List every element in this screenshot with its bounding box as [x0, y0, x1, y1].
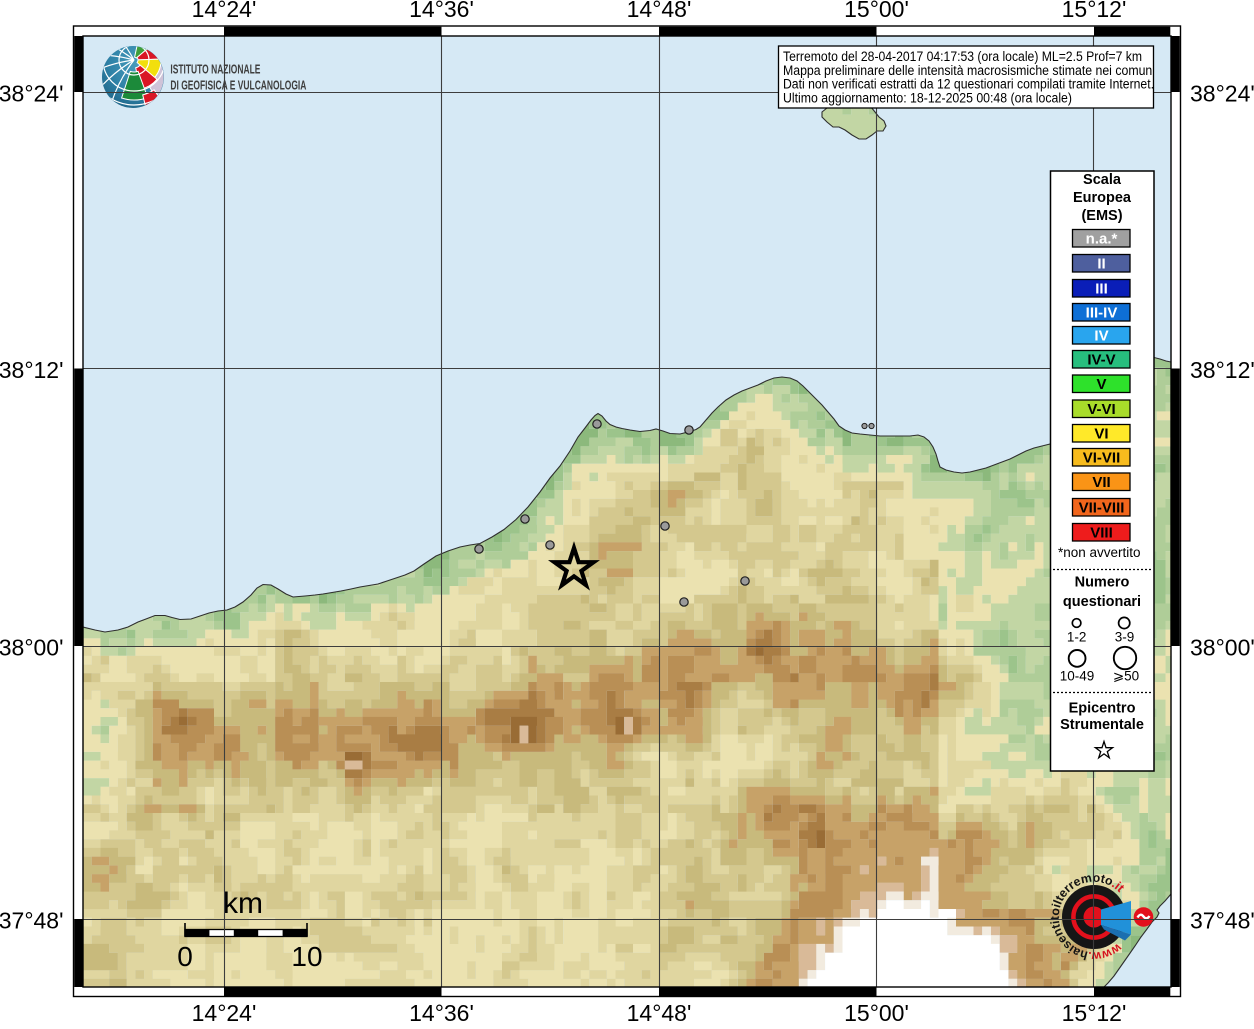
svg-text:14°24': 14°24'	[192, 0, 257, 22]
svg-text:38°00': 38°00'	[1190, 634, 1254, 660]
svg-text:V-VI: V-VI	[1087, 401, 1115, 418]
svg-text:Ultimo aggiornamento: 18-12-20: Ultimo aggiornamento: 18-12-2025 00:48 (…	[783, 90, 1072, 105]
svg-text:10-49: 10-49	[1060, 669, 1095, 684]
svg-text:IV: IV	[1094, 327, 1108, 344]
svg-text:14°48': 14°48'	[627, 0, 692, 22]
svg-text:n.a.*: n.a.*	[1086, 230, 1118, 247]
svg-text:(EMS): (EMS)	[1081, 208, 1122, 224]
svg-text:V: V	[1096, 376, 1106, 393]
svg-text:38°24': 38°24'	[1190, 80, 1254, 106]
svg-text:questionari: questionari	[1063, 594, 1141, 610]
svg-text:DI GEOFISICA E VULCANOLOGIA: DI GEOFISICA E VULCANOLOGIA	[170, 78, 306, 93]
svg-text:15°12': 15°12'	[1062, 0, 1127, 22]
svg-text:VI-VII: VI-VII	[1083, 449, 1121, 466]
svg-text:38°24': 38°24'	[0, 80, 64, 106]
svg-text:Mappa preliminare delle intens: Mappa preliminare delle intensità macros…	[783, 63, 1155, 78]
svg-text:IV-V: IV-V	[1087, 351, 1115, 368]
svg-text:38°00': 38°00'	[0, 634, 64, 660]
svg-text:VII: VII	[1092, 474, 1110, 491]
svg-text:VII-VIII: VII-VIII	[1079, 499, 1125, 516]
svg-text:Europea: Europea	[1073, 190, 1132, 206]
svg-text:VI: VI	[1094, 425, 1108, 442]
svg-text:Strumentale: Strumentale	[1060, 717, 1144, 733]
svg-text:10: 10	[291, 941, 322, 972]
svg-text:II: II	[1097, 255, 1105, 272]
svg-text:3-9: 3-9	[1115, 630, 1135, 645]
svg-text:Scala: Scala	[1083, 172, 1122, 188]
svg-text:Numero: Numero	[1075, 575, 1130, 591]
svg-text:14°36': 14°36'	[409, 1000, 474, 1024]
svg-text:14°24': 14°24'	[192, 1000, 257, 1024]
svg-text:Epicentro: Epicentro	[1069, 701, 1136, 717]
svg-text:15°00': 15°00'	[844, 0, 909, 22]
svg-text:15°00': 15°00'	[844, 1000, 909, 1024]
svg-text:km: km	[223, 887, 263, 920]
svg-text:38°12': 38°12'	[0, 357, 64, 383]
svg-text:15°12': 15°12'	[1062, 1000, 1127, 1024]
svg-text:III-IV: III-IV	[1086, 304, 1118, 321]
svg-text:38°12': 38°12'	[1190, 357, 1254, 383]
svg-text:ISTITUTO NAZIONALE: ISTITUTO NAZIONALE	[170, 62, 260, 77]
svg-text:14°36': 14°36'	[409, 0, 474, 22]
svg-text:1-2: 1-2	[1067, 630, 1087, 645]
svg-text:Terremoto del 28-04-2017 04:17: Terremoto del 28-04-2017 04:17:53 (ora l…	[783, 49, 1142, 64]
svg-text:Dati non verificati estratti d: Dati non verificati estratti da 12 quest…	[783, 77, 1154, 92]
svg-text:37°48': 37°48'	[0, 907, 64, 933]
svg-text:0: 0	[177, 941, 193, 972]
svg-text:37°48': 37°48'	[1190, 907, 1254, 933]
svg-text:III: III	[1095, 280, 1108, 297]
svg-text:VIII: VIII	[1090, 524, 1113, 541]
svg-text:⩾50: ⩾50	[1113, 669, 1139, 684]
svg-text:*non avvertito: *non avvertito	[1058, 545, 1141, 560]
svg-text:14°48': 14°48'	[627, 1000, 692, 1024]
